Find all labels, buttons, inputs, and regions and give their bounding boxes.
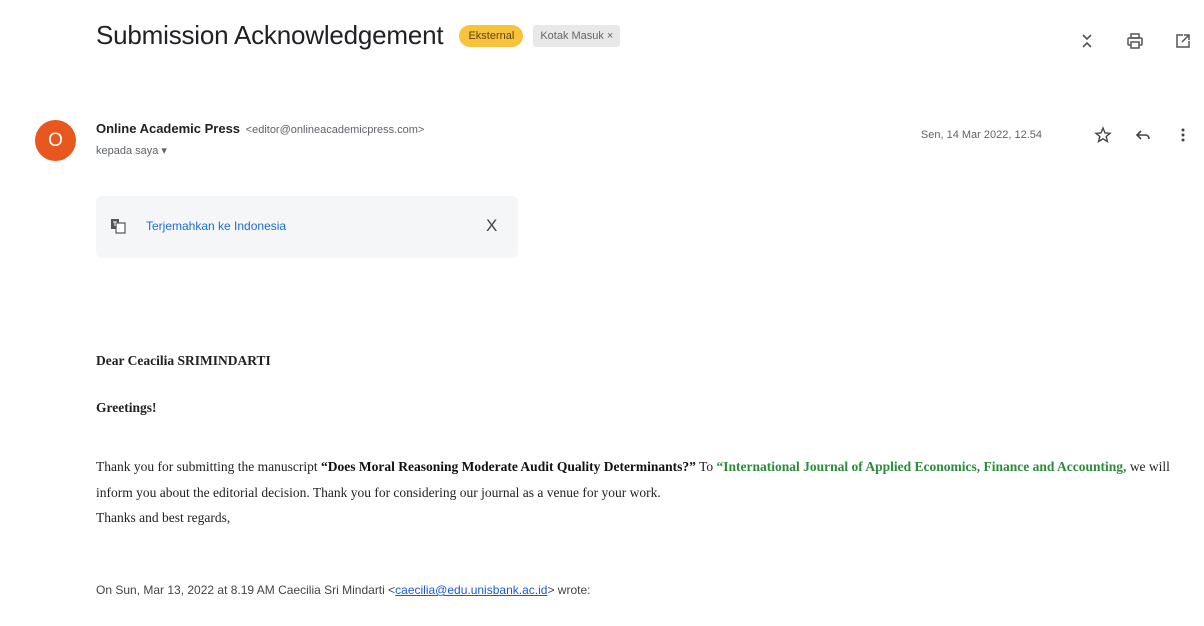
email-paragraph: Thank you for submitting the manuscript … [96,454,1196,506]
inbox-label-text: Kotak Masuk [540,29,604,42]
para-text: To [695,459,717,474]
message-meta: Sen, 14 Mar 2022, 12.54 [921,126,1192,144]
journal-name: “International Journal of Applied Econom… [716,459,1127,474]
email-greetings: Greetings! [96,400,157,415]
para-text: Thank you for submitting the manuscript [96,459,321,474]
quote-suffix: > wrote: [547,583,591,597]
external-label[interactable]: Eksternal [459,24,524,47]
more-vert-icon[interactable] [1174,126,1192,144]
translate-icon [110,218,126,234]
expand-collapse-icon[interactable] [1078,32,1096,50]
recipient-details-toggle[interactable]: kepada saya ▾ [96,144,424,157]
sender-block: Online Academic Press <editor@onlineacad… [96,121,424,157]
translate-banner: Terjemahkan ke Indonesia X [96,196,518,258]
thread-toolbar [1078,32,1192,50]
sender-avatar[interactable]: O [35,120,76,161]
translate-link[interactable]: Terjemahkan ke Indonesia [146,219,286,233]
quoted-email-link[interactable]: caecilia@edu.unisbank.ac.id [395,583,547,597]
email-subject: Submission Acknowledgement [96,20,444,50]
sender-email: <editor@onlineacademicpress.com> [245,124,425,136]
subject-row: Submission Acknowledgement Eksternal Kot… [96,20,621,51]
quote-prefix: On Sun, Mar 13, 2022 at 8.19 AM Caecilia… [96,583,396,597]
email-salutation: Dear Ceacilia SRIMINDARTI [96,353,271,368]
star-icon[interactable] [1094,126,1112,144]
sender-line: Online Academic Press <editor@onlineacad… [96,121,424,136]
remove-label-button[interactable]: × [607,30,613,42]
message-date: Sen, 14 Mar 2022, 12.54 [920,129,1042,141]
close-translate-button[interactable]: X [486,216,497,236]
manuscript-title: “Does Moral Reasoning Moderate Audit Qua… [320,459,696,474]
sender-name[interactable]: Online Academic Press [96,121,240,136]
inbox-label[interactable]: Kotak Masuk × [533,24,621,47]
reply-icon[interactable] [1134,126,1152,144]
open-new-window-icon[interactable] [1174,32,1192,50]
quoted-header: On Sun, Mar 13, 2022 at 8.19 AM Caecilia… [96,583,590,597]
print-icon[interactable] [1126,32,1144,50]
email-closing: Thanks and best regards, [96,510,231,525]
